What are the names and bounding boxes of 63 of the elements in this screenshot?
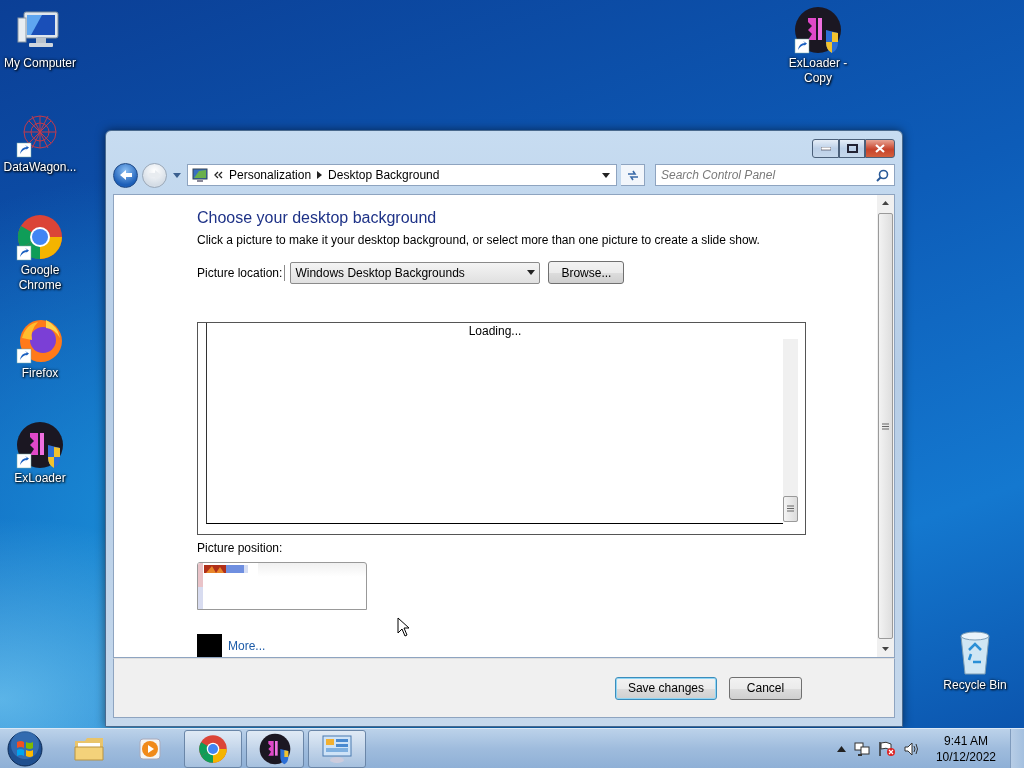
flag-warning-icon bbox=[877, 740, 896, 757]
clock[interactable]: 9:41 AM 10/12/2022 bbox=[935, 732, 996, 765]
speaker-icon bbox=[903, 741, 920, 756]
save-button[interactable]: Save changes bbox=[614, 676, 717, 700]
maximize-icon bbox=[846, 144, 858, 153]
close-icon bbox=[875, 144, 885, 153]
play-icon bbox=[138, 735, 164, 762]
desktop-icon-label[interactable]: My Computer bbox=[4, 56, 76, 71]
caret-icon bbox=[173, 172, 181, 178]
exloader-icon bbox=[259, 732, 291, 765]
breadcrumb-item[interactable]: Desktop Background bbox=[328, 168, 440, 182]
network-icon bbox=[853, 740, 870, 757]
cancel-button[interactable]: Cancel bbox=[729, 676, 802, 700]
show-hidden-icons-button[interactable] bbox=[836, 745, 846, 752]
desktop-icon-label[interactable]: DataWagon... bbox=[3, 160, 77, 175]
volume-button[interactable] bbox=[903, 741, 920, 756]
desktop-icon-label[interactable]: Google Chrome bbox=[0, 263, 80, 293]
picture-location-label: Picture location: bbox=[197, 265, 283, 280]
more-colors-link[interactable]: More... bbox=[228, 638, 266, 653]
action-center-button[interactable] bbox=[877, 740, 896, 757]
mouse-cursor-icon bbox=[397, 617, 410, 637]
minimize-icon bbox=[820, 146, 831, 151]
refresh-icon bbox=[625, 168, 640, 182]
dropdown-caret-icon[interactable] bbox=[602, 172, 610, 178]
breadcrumb-arrow-icon bbox=[317, 171, 323, 179]
address-bar[interactable]: Personalization Desktop Background bbox=[187, 164, 617, 186]
list-scrollbar[interactable] bbox=[783, 339, 798, 522]
search-field[interactable]: Search Control Panel bbox=[655, 164, 895, 186]
instructions-text: Click a picture to make it your desktop background, or select more than one picture to create a slide show. bbox=[197, 233, 761, 247]
back-arrow-icon bbox=[118, 169, 133, 181]
breadcrumb-item[interactable]: Personalization bbox=[229, 168, 312, 182]
color-swatch[interactable] bbox=[197, 634, 222, 657]
dropdown-caret-icon bbox=[527, 270, 536, 275]
refresh-button[interactable] bbox=[621, 164, 645, 186]
double-chevron-icon bbox=[214, 171, 223, 179]
scroll-up-icon bbox=[882, 201, 889, 205]
loading-text: Loading... bbox=[468, 324, 522, 338]
scroll-down-icon bbox=[882, 647, 889, 651]
grip-icon bbox=[882, 422, 889, 430]
picture-position-label: Picture position: bbox=[197, 540, 284, 555]
grip-icon bbox=[787, 505, 794, 513]
clock-date: 10/12/2022 bbox=[935, 748, 996, 765]
control-panel-icon bbox=[192, 167, 208, 183]
close-button[interactable] bbox=[865, 139, 895, 158]
desktop-icon-label[interactable]: Recycle Bin bbox=[943, 678, 1007, 693]
clock-time: 9:41 AM bbox=[943, 732, 988, 749]
search-icon bbox=[876, 169, 889, 182]
desktop-icon-label[interactable]: Firefox bbox=[21, 366, 59, 381]
maximize-button[interactable] bbox=[839, 139, 865, 158]
control-panel-icon bbox=[321, 733, 353, 764]
window-scrollbar[interactable] bbox=[877, 195, 894, 657]
browse-button[interactable]: Browse... bbox=[548, 261, 625, 284]
taskbar-button[interactable] bbox=[246, 729, 304, 768]
page-heading: Choose your desktop background bbox=[197, 209, 438, 227]
up-caret-icon bbox=[836, 745, 846, 752]
chrome-icon bbox=[198, 733, 228, 764]
minimize-button[interactable] bbox=[812, 139, 839, 158]
desktop-icon-label[interactable]: ExLoader bbox=[14, 471, 66, 486]
back-button[interactable] bbox=[113, 162, 138, 188]
network-tray-button[interactable] bbox=[853, 740, 870, 757]
picture-position-dropdown[interactable] bbox=[197, 561, 367, 610]
start-orb-icon bbox=[6, 729, 44, 768]
desktop-icon-label[interactable]: ExLoader - Copy bbox=[778, 56, 858, 86]
